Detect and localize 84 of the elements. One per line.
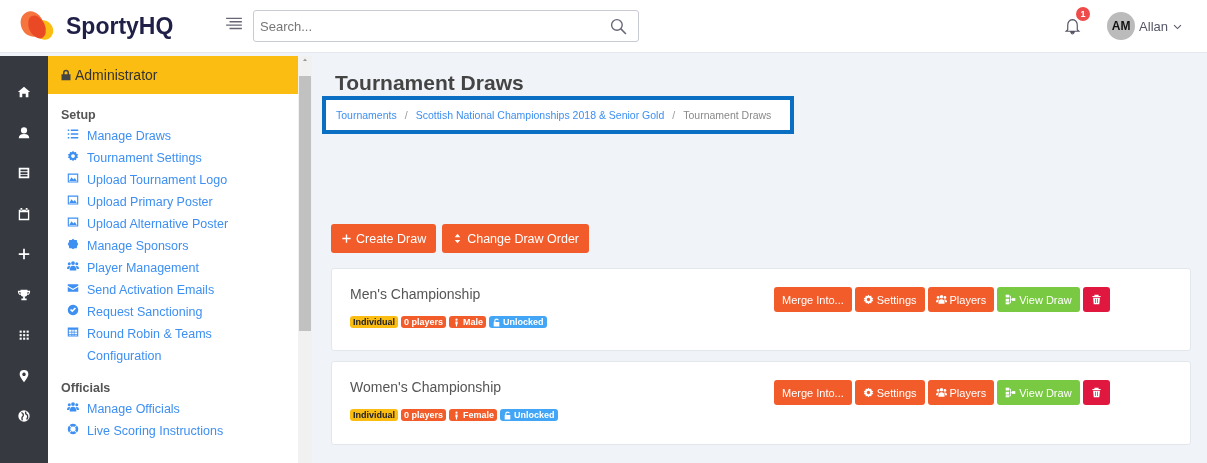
view-button[interactable]: View Draw (997, 380, 1080, 405)
scrollbar-thumb[interactable] (299, 76, 311, 331)
draw-tag: 0 players (401, 316, 447, 328)
sidebar-link[interactable]: Send Activation Emails (61, 279, 298, 301)
breadcrumb-current: Tournament Draws (683, 109, 772, 121)
breadcrumb-link[interactable]: Scottish National Championships 2018 & Senior Gold (415, 109, 665, 121)
search-field[interactable]: Search... (253, 10, 639, 42)
sitemap-icon (1005, 387, 1017, 398)
draw-name: Women's Championship (350, 379, 503, 395)
image-icon (67, 172, 79, 184)
gear-icon (67, 150, 79, 162)
trash-icon (1090, 387, 1102, 398)
logo-icon (18, 10, 56, 42)
trash-icon (1090, 294, 1102, 305)
sidebar-link[interactable]: Manage Officials (61, 398, 298, 420)
view-button[interactable]: View Draw (997, 287, 1080, 312)
draw-tag: Male (449, 316, 487, 328)
badge-icon (67, 238, 79, 250)
users-icon (935, 387, 947, 398)
plus-icon (341, 233, 352, 244)
list-icon (17, 166, 31, 180)
grid-icon (17, 328, 31, 342)
search-icon (610, 18, 627, 35)
sidebar-link[interactable]: Upload Alternative Poster (61, 213, 298, 235)
draw-tag: Individual (350, 409, 398, 421)
image-icon (67, 194, 79, 206)
draw-tag: Unlocked (489, 316, 547, 328)
sidebar-link[interactable]: Upload Tournament Logo (61, 169, 298, 191)
plus-icon (17, 247, 31, 261)
sidebar-link[interactable]: Live Scoring Instructions (61, 420, 298, 442)
draw-name: Men's Championship (350, 286, 482, 302)
players-button[interactable]: Players (927, 380, 995, 405)
create-draw-button[interactable]: Create Draw (331, 224, 437, 253)
bell-icon (1064, 17, 1082, 35)
sidebar-link[interactable]: Round Robin & Teams Configuration (61, 323, 298, 367)
sidebar-link[interactable]: Request Sanctioning (61, 301, 298, 323)
draw-tag: Unlocked (500, 409, 558, 421)
unlock-icon (503, 410, 513, 420)
gear-icon (862, 387, 874, 398)
sidebar-link[interactable]: Manage Draws (61, 125, 298, 147)
map-pin-icon (17, 368, 31, 383)
sidebar-link[interactable]: Manage Sponsors (61, 235, 298, 257)
section-heading: Setup (61, 108, 97, 122)
admin-title: Administrator (75, 67, 158, 83)
change-order-button[interactable]: Change Draw Order (442, 224, 590, 253)
sidebar-link[interactable]: Upload Primary Poster (61, 191, 298, 213)
sidebar-link[interactable]: Player Management (61, 257, 298, 279)
notification-badge: 1 (1076, 6, 1091, 21)
breadcrumb-separator: / (672, 109, 676, 121)
users-icon (67, 401, 79, 413)
home-icon (17, 85, 31, 99)
lock-icon (60, 69, 72, 81)
list-icon (67, 128, 79, 140)
unlock-icon (492, 317, 502, 327)
envelope-icon (67, 282, 79, 294)
calendar-icon (17, 206, 31, 221)
scroll-up-icon (301, 56, 309, 64)
players-button[interactable]: Players (927, 287, 995, 312)
breadcrumb-link[interactable]: Tournaments (336, 109, 397, 121)
brand-name: SportyHQ (66, 12, 174, 40)
breadcrumb-separator: / (404, 109, 408, 121)
merge-button[interactable]: Merge Into... (774, 287, 852, 312)
settings-button[interactable]: Settings (854, 287, 925, 312)
users-icon (935, 294, 947, 305)
sitemap-icon (1005, 294, 1017, 305)
user-icon (17, 125, 31, 140)
sidebar-link[interactable]: Tournament Settings (61, 147, 298, 169)
trophy-icon (17, 287, 31, 302)
delete-button[interactable] (1082, 380, 1110, 405)
lifebuoy-icon (67, 423, 79, 435)
settings-button[interactable]: Settings (854, 380, 925, 405)
user-avatar[interactable]: AM (1107, 12, 1136, 40)
draw-tag: 0 players (401, 409, 447, 421)
table-icon (67, 326, 79, 338)
page-title: Tournament Draws (335, 71, 525, 95)
draw-tag: Female (449, 409, 498, 421)
section-heading: Officials (61, 381, 112, 395)
merge-button[interactable]: Merge Into... (774, 380, 852, 405)
draw-tag: Individual (350, 316, 398, 328)
delete-button[interactable] (1082, 287, 1110, 312)
user-name[interactable]: Allan (1139, 18, 1168, 34)
gear-icon (862, 294, 874, 305)
users-icon (67, 260, 79, 272)
image-icon (67, 216, 79, 228)
